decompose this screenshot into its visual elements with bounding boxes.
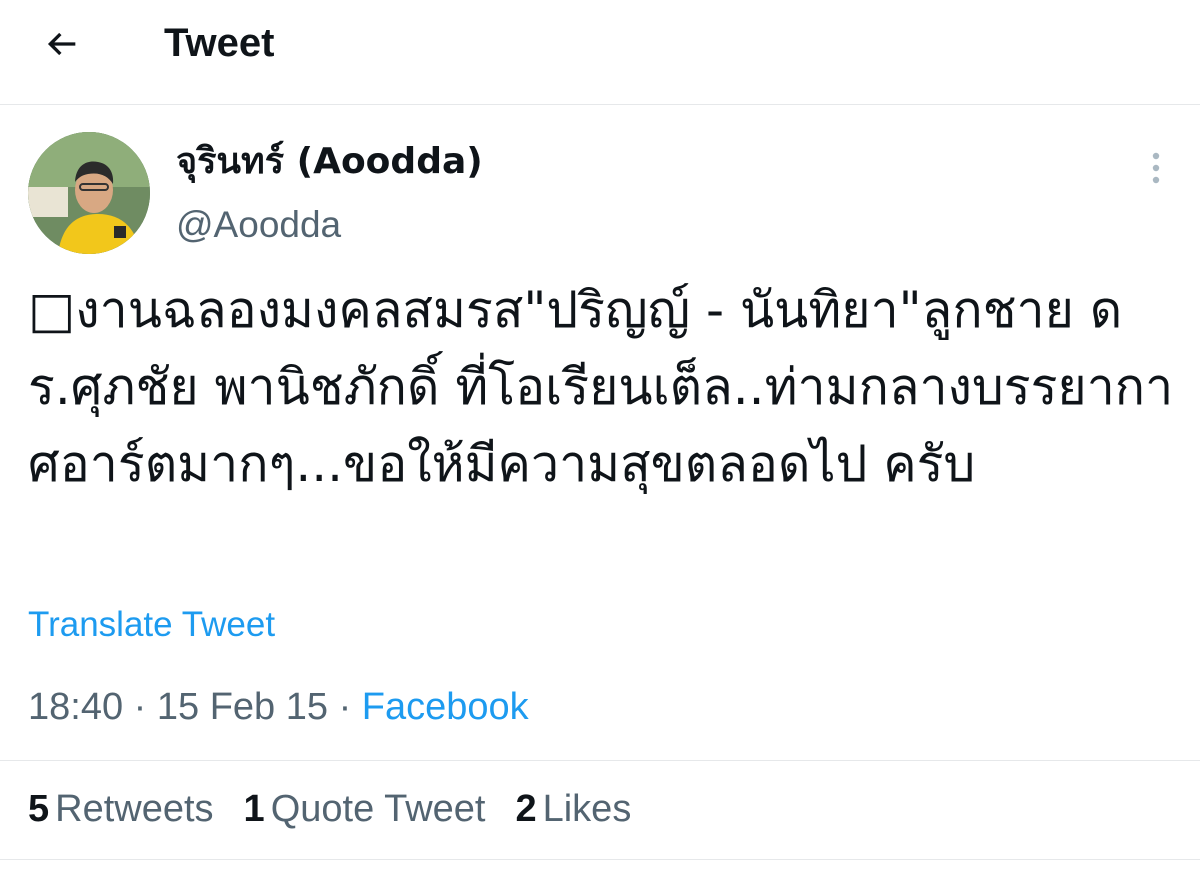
tweet-text: □งานฉลองมงคลสมรส"ปริญญ์ - นันทิยา"ลูกชาย… [28, 281, 1174, 493]
top-bar: Tweet [0, 0, 1200, 105]
back-button[interactable] [40, 22, 84, 66]
tweet-time[interactable]: 18:40 [28, 686, 123, 728]
retweets-label: Retweets [55, 788, 214, 830]
likes-label: Likes [542, 788, 632, 830]
author-name[interactable]: จุรินทร์ (Aoodda) [176, 138, 483, 186]
more-vertical-icon [1152, 152, 1160, 184]
meta-separator: · [338, 686, 352, 728]
quote-tweets-count: 1 [243, 788, 265, 830]
quote-tweets-stat[interactable]: 1 Quote Tweet [244, 785, 486, 833]
more-options-button[interactable] [1136, 148, 1176, 188]
likes-count: 2 [515, 788, 537, 830]
retweets-count: 5 [28, 788, 50, 830]
translate-tweet-link[interactable]: Translate Tweet [28, 603, 275, 647]
likes-stat[interactable]: 2 Likes [515, 785, 631, 833]
avatar-photo-icon [28, 132, 150, 254]
retweets-stat[interactable]: 5 Retweets [28, 785, 214, 833]
arrow-left-icon [47, 32, 76, 56]
avatar[interactable] [28, 132, 150, 254]
tweet-meta: 18:40 · 15 Feb 15 · Facebook [28, 684, 529, 730]
tweet-stats: 5 Retweets 1 Quote Tweet 2 Likes [0, 760, 1200, 860]
quote-tweets-label: Quote Tweet [270, 788, 486, 830]
tweet-source-link[interactable]: Facebook [362, 686, 529, 728]
meta-separator: · [133, 686, 147, 728]
page-title: Tweet [164, 21, 275, 65]
tweet-date[interactable]: 15 Feb 15 [157, 686, 328, 728]
author-handle[interactable]: @Aoodda [176, 202, 341, 248]
